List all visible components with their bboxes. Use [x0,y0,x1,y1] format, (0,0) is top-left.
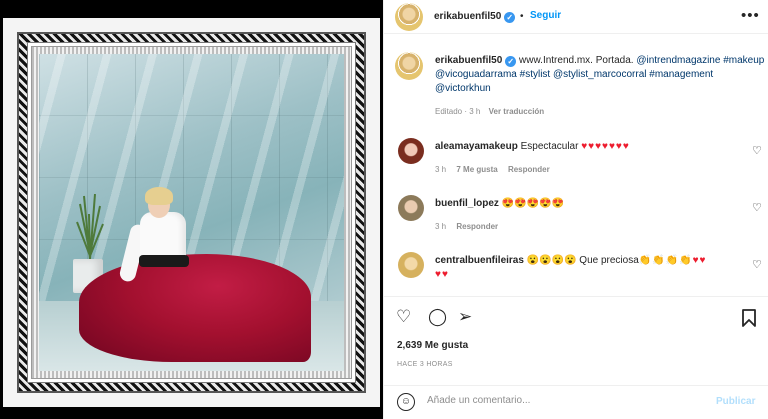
like-icon[interactable]: ♡ [396,305,411,329]
emoji-picker-icon[interactable]: ☺ [397,393,415,411]
more-options-icon[interactable]: ••• [741,7,760,24]
commenter-username[interactable]: aleamayamakeup [435,141,518,152]
like-comment-icon[interactable]: ♡ [752,201,762,214]
see-translation-link[interactable]: Ver traducción [489,107,545,116]
caption-hashtag[interactable]: #stylist [520,69,551,80]
comment-emoji: 😮😮😮😮 [526,255,577,266]
caption-hashtag[interactable]: #management [649,69,713,80]
comment-emoji: 👏👏👏👏♥♥ [638,255,707,266]
author-avatar[interactable] [395,3,423,31]
comment-item: centralbuenfileiras 😮😮😮😮 Que preciosa👏👏👏… [395,251,762,291]
frame-chain-border [17,32,366,393]
reply-button[interactable]: Responder [456,222,498,231]
author-username[interactable]: erikabuenfil50 ✓ [434,11,516,23]
edited-label: Editado · 3 h [435,107,481,116]
share-icon[interactable]: ➢ [458,305,472,329]
like-comment-icon[interactable]: ♡ [752,144,762,157]
comment-item: aleamayamakeup Espectacular ♥♥♥♥♥♥♥ 3 h … [395,137,762,177]
commenter-username[interactable]: centralbuenfileiras [435,255,524,266]
caption-hashtag[interactable]: #makeup [723,55,764,66]
caption-mention[interactable]: @vicoguadarrama [435,69,517,80]
comment-item: buenfil_lopez 😍😍😍😍😍 3 h Responder ♡ [395,194,762,234]
separator-dot: • [520,11,524,22]
comment-text: Que preciosa [576,255,639,266]
commenter-avatar[interactable] [398,195,424,221]
post-header: erikabuenfil50 ✓ • Seguir ••• [384,0,768,34]
comment-emoji: 😍😍😍😍😍 [501,198,564,209]
reply-button[interactable]: Responder [508,165,550,174]
comment-text: Espectacular [520,141,582,152]
comment-likes[interactable]: 7 Me gusta [456,165,497,174]
verified-badge-icon: ✓ [504,12,516,23]
comment-input[interactable] [427,395,687,406]
comment-time: 3 h [435,222,447,231]
follow-button[interactable]: Seguir [530,10,561,21]
publish-button[interactable]: Publicar [716,396,755,407]
caption-text: www.Intrend.mx. Portada. [519,55,637,66]
caption-mention[interactable]: @victorkhun [435,83,491,94]
plant-illustration [76,194,104,264]
commenter-avatar[interactable] [398,138,424,164]
comment-composer: ☺ Publicar [384,385,768,419]
comment-time: 3 h [435,165,447,174]
caption-meta: Editado · 3 h Ver traducción [435,107,544,116]
caption-mention[interactable]: @stylist_marcocorral [553,69,647,80]
photo-frame [3,18,380,407]
verified-badge-icon: ✓ [505,56,517,67]
post-panel: erikabuenfil50 ✓ • Seguir ••• erikabuenfi… [383,0,768,419]
frame-ornate-border [31,46,352,379]
commenter-avatar[interactable] [398,252,424,278]
red-gown [79,254,311,362]
post-media[interactable] [0,0,383,419]
comment-emoji: ♥♥♥♥♥♥♥ [581,141,630,152]
post-photo [39,54,344,371]
caption-avatar[interactable] [395,52,423,80]
caption-username[interactable]: erikabuenfil50 ✓ [435,55,517,67]
commenter-username[interactable]: buenfil_lopez [435,198,499,209]
post-time: HACE 3 HORAS [397,361,453,368]
bookmark-icon[interactable] [742,309,756,327]
comment-icon[interactable]: ◯ [428,305,447,329]
like-comment-icon[interactable]: ♡ [752,258,762,271]
post-actions: ♡ ◯ ➢ [384,305,768,331]
caption-mention[interactable]: @intrendmagazine [636,55,720,66]
comment-emoji: ♥♥ [435,269,449,280]
likes-count[interactable]: 2,639 Me gusta [397,340,468,351]
